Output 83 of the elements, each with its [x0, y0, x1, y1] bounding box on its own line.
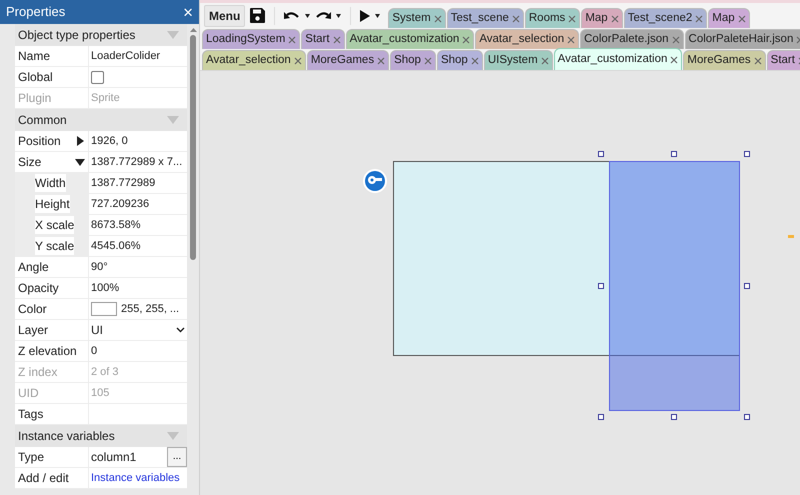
document-tab[interactable]: System: [388, 8, 446, 28]
resize-handle[interactable]: [598, 151, 604, 157]
property-value[interactable]: 727.209236: [91, 196, 150, 212]
caret-icon[interactable]: [336, 14, 342, 18]
property-label: Width: [35, 174, 66, 192]
property-label: Z elevation: [18, 343, 77, 360]
document-tab[interactable]: ColorPalete.json: [580, 29, 684, 49]
chevron-down-icon: [176, 327, 185, 333]
property-value[interactable]: LoaderColider: [91, 48, 160, 64]
undo-icon[interactable]: [284, 10, 300, 22]
document-tab[interactable]: Rooms: [524, 8, 580, 28]
document-tab[interactable]: MoreGames: [683, 50, 766, 70]
property-value[interactable]: 0: [91, 342, 98, 360]
image-point-marker: [788, 235, 794, 238]
property-label: Color: [18, 301, 47, 318]
property-value: 255, 255, ...: [121, 302, 180, 317]
property-label: Angle: [18, 259, 49, 276]
document-tab[interactable]: Map: [581, 8, 623, 28]
document-tab[interactable]: Test_scene2: [624, 8, 708, 28]
property-value[interactable]: 8673.58%: [91, 216, 141, 234]
property-label: X scale: [35, 216, 74, 234]
document-tab[interactable]: Shop: [390, 50, 436, 70]
resize-handle[interactable]: [671, 151, 677, 157]
document-tab[interactable]: MoreGames: [306, 50, 390, 70]
property-label: Z index: [18, 364, 58, 381]
collapse-triangle-icon[interactable]: [75, 157, 85, 167]
color-swatch[interactable]: [91, 302, 117, 316]
property-label: Type: [18, 449, 44, 466]
property-label: Y scale: [35, 237, 74, 255]
section-header: Common: [18, 112, 67, 129]
resize-handle[interactable]: [671, 414, 677, 420]
caret-icon[interactable]: [375, 14, 380, 18]
document-tab[interactable]: Avatar_customization: [554, 48, 682, 70]
property-label: Opacity: [18, 280, 59, 297]
document-tab[interactable]: LoadingSystem: [202, 29, 300, 49]
document-tab[interactable]: Avatar_customization: [346, 29, 474, 49]
property-label: Size: [18, 154, 42, 171]
document-tab[interactable]: Map: [708, 8, 750, 28]
property-label: Position: [18, 133, 61, 150]
document-tab[interactable]: Start: [301, 29, 345, 49]
ellipsis-button[interactable]: ...: [167, 447, 187, 467]
scroll-up-icon[interactable]: [190, 28, 196, 32]
property-value[interactable]: 4545.06%: [91, 238, 141, 254]
redo-icon[interactable]: [315, 10, 332, 22]
resize-handle[interactable]: [598, 414, 604, 420]
checkbox[interactable]: [91, 70, 104, 84]
expand-triangle-icon[interactable]: [75, 136, 85, 146]
resize-handle[interactable]: [744, 283, 750, 289]
resize-handle[interactable]: [744, 151, 750, 157]
property-value[interactable]: 90°: [91, 258, 108, 276]
document-tab[interactable]: Shop: [436, 50, 483, 70]
property-label: Plugin: [18, 90, 52, 107]
resize-handle[interactable]: [598, 283, 604, 289]
section-header: Object type properties: [18, 27, 136, 44]
menu-button[interactable]: Menu: [204, 4, 246, 26]
resize-handle[interactable]: [744, 414, 750, 420]
save-icon[interactable]: [250, 8, 266, 23]
document-tab[interactable]: Start: [766, 50, 800, 70]
property-label: Global: [18, 69, 53, 86]
property-value[interactable]: 100%: [91, 280, 120, 296]
property-value[interactable]: 1387.772989: [91, 174, 156, 192]
caret-icon[interactable]: [305, 14, 310, 18]
property-label: Height: [35, 195, 70, 213]
section-header: Instance variables: [18, 428, 115, 445]
layer-dropdown[interactable]: UI: [91, 321, 187, 339]
document-tab[interactable]: Avatar_selection: [475, 29, 580, 49]
document-tab[interactable]: UISystem: [484, 50, 553, 70]
property-label: Name: [18, 48, 50, 65]
property-label: Add / edit: [18, 470, 69, 487]
property-value[interactable]: 1387.772989 x 7...: [91, 154, 182, 170]
property-label: UID: [18, 385, 39, 402]
document-tab[interactable]: ColorPaleteHair.json: [684, 29, 800, 49]
property-label: Layer: [18, 322, 48, 339]
property-value[interactable]: 1926, 0: [91, 132, 128, 150]
scrollbar-thumb[interactable]: [190, 35, 196, 260]
property-label: Tags: [18, 406, 44, 423]
instance-variables-link[interactable]: Instance variables: [91, 470, 180, 486]
close-button[interactable]: ×: [183, 4, 193, 20]
play-icon[interactable]: [360, 10, 370, 22]
property-value: column1: [91, 449, 136, 466]
document-tab[interactable]: Avatar_selection: [202, 50, 306, 70]
panel-title: Properties: [6, 3, 66, 22]
document-tab[interactable]: Test_scene: [446, 8, 524, 28]
